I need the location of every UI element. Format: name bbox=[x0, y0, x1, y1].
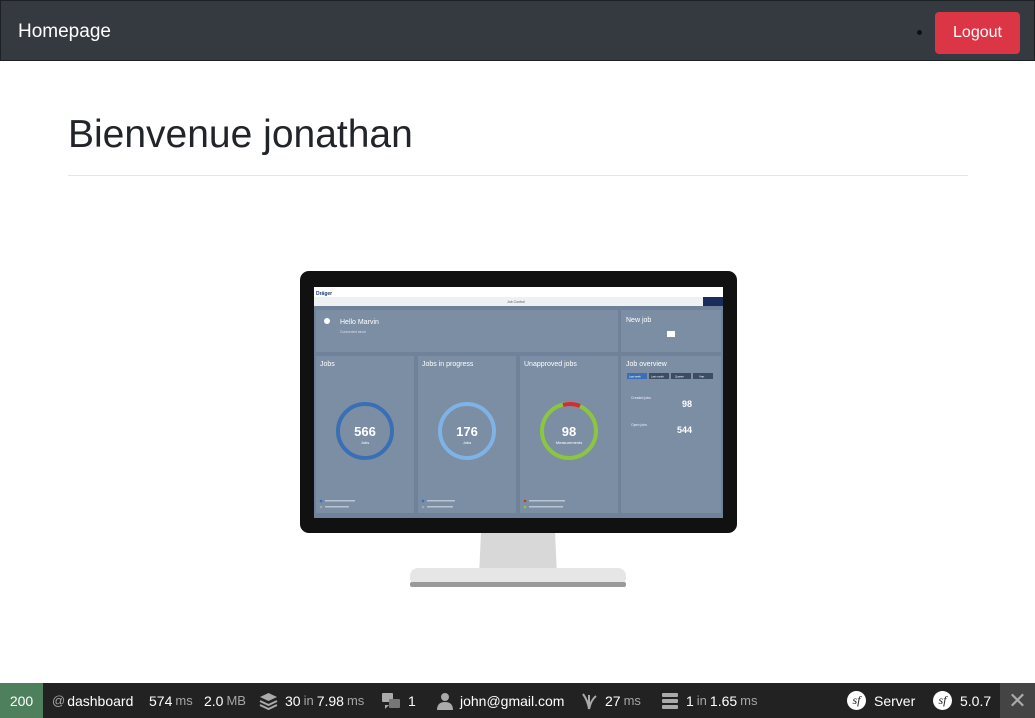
unapproved-unit: Measurements bbox=[556, 440, 582, 445]
time-value: 574 bbox=[149, 692, 173, 709]
twig-time: 27 bbox=[605, 692, 621, 709]
db-in: in bbox=[696, 693, 707, 708]
jobs-value: 566 bbox=[354, 424, 376, 439]
translation-count: 1 bbox=[408, 692, 416, 709]
overview-open-value: 544 bbox=[677, 425, 692, 435]
server-panel[interactable]: sf Server bbox=[847, 683, 915, 718]
memory-usage[interactable]: 2.0 MB bbox=[204, 683, 249, 718]
cache-count: 30 bbox=[285, 692, 301, 709]
greeting-sub: Connected since bbox=[340, 330, 366, 334]
database-panel[interactable]: 1 in 1.65 ms bbox=[661, 683, 761, 718]
unapproved-title: Unapproved jobs bbox=[524, 361, 577, 368]
symfony-version: 5.0.7 bbox=[960, 692, 992, 709]
user-email: john@gmail.com bbox=[460, 692, 565, 709]
jobs-unit: Jobs bbox=[361, 440, 369, 445]
status-code-badge[interactable]: 200 bbox=[0, 683, 43, 718]
overview-created-value: 98 bbox=[682, 399, 692, 409]
overview-tab-month: Last month bbox=[651, 375, 664, 379]
symfony-debug-toolbar: 200 @ dashboard 574 ms 2.0 MB 30 in 7.98… bbox=[0, 683, 1035, 718]
db-unit: ms bbox=[740, 693, 758, 708]
translation-panel[interactable]: 1 bbox=[381, 683, 416, 718]
symfony-version-panel[interactable]: sf 5.0.7 bbox=[933, 683, 991, 718]
overview-title: Job overview bbox=[626, 361, 668, 368]
security-panel[interactable]: john@gmail.com bbox=[437, 683, 564, 718]
server-label: Server bbox=[874, 692, 916, 709]
cache-panel[interactable]: 30 in 7.98 ms bbox=[259, 683, 367, 718]
logout-button[interactable]: Logout bbox=[935, 12, 1020, 54]
navbar-brand[interactable]: Homepage bbox=[18, 21, 111, 43]
navbar-dot bbox=[917, 30, 922, 35]
unapproved-value: 98 bbox=[562, 424, 576, 439]
close-toolbar-button[interactable]: ✕ bbox=[1000, 683, 1035, 718]
cache-time: 7.98 bbox=[316, 692, 344, 709]
route-name: dashboard bbox=[67, 692, 134, 709]
db-count: 1 bbox=[686, 692, 694, 709]
jobs-title: Jobs bbox=[320, 361, 335, 368]
database-icon bbox=[662, 692, 678, 709]
time-unit: ms bbox=[175, 693, 193, 708]
cache-in: in bbox=[303, 693, 314, 708]
symfony-logo-icon: sf bbox=[847, 691, 866, 710]
db-time: 1.65 bbox=[709, 692, 738, 709]
memory-value: 2.0 bbox=[204, 692, 224, 709]
new-job-label: New job bbox=[626, 317, 651, 324]
user-icon bbox=[437, 692, 453, 710]
in-progress-value: 176 bbox=[456, 424, 478, 439]
memory-unit: MB bbox=[226, 693, 246, 708]
twig-icon bbox=[582, 692, 597, 709]
top-navbar: Homepage Logout bbox=[0, 0, 1035, 61]
page-title: Bienvenue jonathan bbox=[68, 113, 413, 156]
close-icon: ✕ bbox=[1008, 687, 1027, 713]
app-window-title: Job Control bbox=[507, 300, 525, 304]
greeting-text: Hello Marvin bbox=[340, 319, 379, 326]
route-prefix: @ bbox=[52, 693, 66, 708]
overview-created-label: Created jobs bbox=[631, 396, 651, 400]
app-logo: Dräger bbox=[316, 291, 332, 297]
overview-tab-week: Last week bbox=[629, 375, 641, 379]
route-info[interactable]: @ dashboard bbox=[52, 683, 133, 718]
cache-unit: ms bbox=[346, 693, 365, 708]
in-progress-title: Jobs in progress bbox=[422, 361, 474, 368]
request-time[interactable]: 574 ms bbox=[149, 683, 196, 718]
dashboard-monitor-image: Dräger Job Control Hello Marvin Connecte… bbox=[300, 271, 737, 587]
overview-tab-quarter: Quarter bbox=[675, 375, 684, 379]
overview-open-label: Open jobs bbox=[631, 423, 647, 427]
layers-icon bbox=[259, 692, 278, 710]
in-progress-unit: Jobs bbox=[463, 440, 471, 445]
overview-tab-year: Year bbox=[699, 375, 704, 379]
heading-divider bbox=[68, 175, 968, 176]
twig-panel[interactable]: 27 ms bbox=[580, 683, 644, 718]
twig-unit: ms bbox=[623, 693, 641, 708]
translation-icon bbox=[382, 692, 400, 709]
symfony-logo-icon: sf bbox=[933, 691, 952, 710]
